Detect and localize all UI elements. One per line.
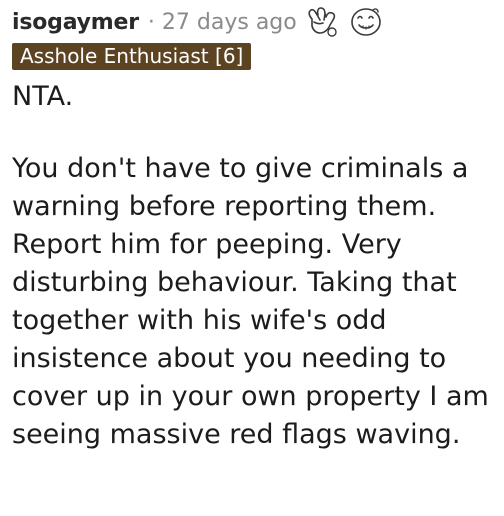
comment-body: NTA. You don't have to give criminals a … [12,78,492,454]
meta-separator: · [147,9,155,35]
face-award-icon[interactable] [349,6,383,38]
comment-paragraph-2: You don't have to give criminals a warni… [12,153,489,450]
comment-paragraph-1: NTA. [12,81,74,112]
comment-meta: isogaymer · 27 days ago [12,6,492,38]
comment: isogaymer · 27 days ago Asshole Enthusia… [12,6,492,454]
username-link[interactable]: isogaymer [12,10,139,35]
timestamp-link[interactable]: 27 days ago [162,10,297,35]
hand-wave-award-icon[interactable] [305,6,339,38]
user-flair-badge: Asshole Enthusiast [6] [12,43,252,70]
